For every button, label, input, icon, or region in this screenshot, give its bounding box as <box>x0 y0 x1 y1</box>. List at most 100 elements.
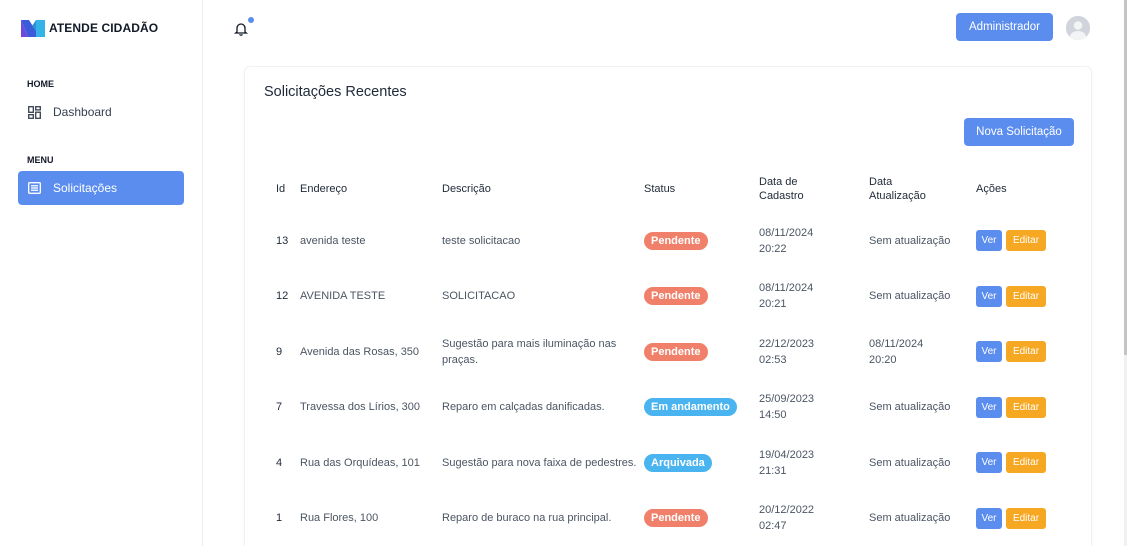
cell-id: 1 <box>276 512 283 525</box>
header-line: Atualização <box>869 190 926 202</box>
cell-id: 9 <box>276 345 283 358</box>
date-line: Sem atualização <box>869 512 951 525</box>
table-header-row: Id Endereço Descrição Status Data de Cad… <box>264 165 1082 213</box>
cell-endereco: Rua Flores, 100 <box>300 512 379 525</box>
date-line: 22/12/2023 <box>759 337 815 350</box>
view-button[interactable]: Ver <box>976 341 1002 363</box>
edit-button[interactable]: Editar <box>1006 452 1046 474</box>
status-badge: Pendente <box>644 509 708 528</box>
cell-data-atualizacao: Sem atualização <box>869 435 976 491</box>
view-button[interactable]: Ver <box>976 230 1002 252</box>
cell-descricao: teste solicitacao <box>442 234 521 247</box>
edit-button[interactable]: Editar <box>1006 285 1046 307</box>
sidebar-item-label: Dashboard <box>53 105 112 119</box>
header-line: Cadastro <box>759 190 804 202</box>
cell-data-atualizacao: Sem atualização <box>869 491 976 546</box>
table-row: 9 Avenida das Rosas, 350 Sugestão para mai… <box>264 324 1082 380</box>
recent-requests-card: Solicitações Recentes Nova Solicitação I… <box>244 66 1092 546</box>
column-header-data-atualizacao[interactable]: Data Atualização <box>869 165 976 213</box>
cell-endereco: Travessa dos Lírios, 300 <box>300 401 421 414</box>
cell-id: 12 <box>276 290 289 303</box>
cell-status: Pendente <box>644 269 759 325</box>
cell-data-atualizacao: Sem atualização <box>869 269 976 325</box>
user-avatar-icon[interactable] <box>1066 16 1090 40</box>
cell-acoes: Ver Editar <box>976 380 1082 436</box>
time-line: 20:20 <box>869 353 897 366</box>
table-row: 1 Rua Flores, 100 Reparo de buraco na rua … <box>264 491 1082 546</box>
view-button[interactable]: Ver <box>976 452 1002 474</box>
time-line: 02:53 <box>759 353 787 366</box>
edit-button[interactable]: Editar <box>1006 230 1046 252</box>
cell-id: 7 <box>276 401 283 414</box>
sidebar: ATENDE CIDADÃO HOME Dashboard MENU Solic… <box>0 0 203 546</box>
cell-endereco: AVENIDA TESTE <box>300 290 386 303</box>
cell-descricao: Reparo em calçadas danificadas. <box>442 401 605 414</box>
edit-button[interactable]: Editar <box>1006 507 1046 529</box>
cell-data-cadastro: 20/12/2022 02:47 <box>759 491 869 546</box>
list-icon <box>27 181 41 195</box>
sidebar-item-solicitacoes[interactable]: Solicitações <box>18 171 184 205</box>
cell-acoes: Ver Editar <box>976 435 1082 491</box>
cell-status: Pendente <box>644 213 759 269</box>
cell-status: Em andamento <box>644 380 759 436</box>
cell-descricao: SOLICITACAO <box>442 290 516 303</box>
column-header-descricao[interactable]: Descrição <box>442 165 644 213</box>
date-line: 25/09/2023 <box>759 393 815 406</box>
view-button[interactable]: Ver <box>976 285 1002 307</box>
card-title: Solicitações Recentes <box>264 84 407 100</box>
table-row: 4 Rua das Orquídeas, 101 Sugestão para nov… <box>264 435 1082 491</box>
column-header-data-cadastro[interactable]: Data de Cadastro <box>759 165 869 213</box>
date-line: 19/04/2023 <box>759 448 815 461</box>
cell-status: Pendente <box>644 491 759 546</box>
cell-descricao: Sugestão para mais iluminação nas praças… <box>442 337 617 366</box>
section-label-home: HOME <box>27 79 54 89</box>
status-badge: Pendente <box>644 342 708 361</box>
time-line: 21:31 <box>759 464 787 477</box>
brand[interactable]: ATENDE CIDADÃO <box>20 18 158 38</box>
date-line: Sem atualização <box>869 401 951 414</box>
cell-endereco: Avenida das Rosas, 350 <box>300 345 420 358</box>
time-line: 20:22 <box>759 242 787 255</box>
cell-data-atualizacao: Sem atualização <box>869 380 976 436</box>
administrator-button[interactable]: Administrador <box>956 13 1053 41</box>
view-button[interactable]: Ver <box>976 396 1002 418</box>
new-request-button[interactable]: Nova Solicitação <box>964 118 1074 146</box>
section-label-menu: MENU <box>27 155 54 165</box>
date-line: Sem atualização <box>869 290 951 303</box>
cell-acoes: Ver Editar <box>976 213 1082 269</box>
column-header-id[interactable]: Id <box>264 165 300 213</box>
date-line: 08/11/2024 <box>759 226 814 239</box>
cell-data-atualizacao: Sem atualização <box>869 213 976 269</box>
header-line: Data <box>869 176 893 188</box>
edit-button[interactable]: Editar <box>1006 341 1046 363</box>
cell-data-cadastro: 22/12/2023 02:53 <box>759 324 869 380</box>
requests-table: Id Endereço Descrição Status Data de Cad… <box>264 165 1082 546</box>
column-header-status[interactable]: Status <box>644 165 759 213</box>
table-row: 12 AVENIDA TESTE SOLICITACAO Pendente 08/11/… <box>264 269 1082 325</box>
cell-acoes: Ver Editar <box>976 269 1082 325</box>
edit-button[interactable]: Editar <box>1006 396 1046 418</box>
view-button[interactable]: Ver <box>976 507 1002 529</box>
sidebar-item-dashboard[interactable]: Dashboard <box>18 95 184 129</box>
date-line: Sem atualização <box>869 234 951 247</box>
column-header-endereco[interactable]: Endereço <box>300 165 442 213</box>
notification-bell-icon[interactable] <box>232 17 254 38</box>
brand-logo-icon <box>21 20 45 37</box>
dashboard-icon <box>27 105 41 119</box>
cell-data-cadastro: 08/11/2024 20:22 <box>759 213 869 269</box>
date-line: 08/11/2024 <box>869 337 924 350</box>
cell-acoes: Ver Editar <box>976 491 1082 546</box>
column-header-acoes: Ações <box>976 183 1007 195</box>
cell-acoes: Ver Editar <box>976 324 1082 380</box>
table-row: 13 avenida teste teste solicitacao Pendente… <box>264 213 1082 269</box>
brand-name: ATENDE CIDADÃO <box>49 21 159 35</box>
time-line: 14:50 <box>759 409 787 422</box>
cell-data-cadastro: 25/09/2023 14:50 <box>759 380 869 436</box>
cell-data-cadastro: 19/04/2023 21:31 <box>759 435 869 491</box>
sidebar-item-label: Solicitações <box>53 181 118 195</box>
cell-status: Arquivada <box>644 435 759 491</box>
date-line: 08/11/2024 <box>759 282 814 295</box>
status-badge: Arquivada <box>644 453 712 472</box>
cell-endereco: avenida teste <box>300 234 366 247</box>
cell-descricao: Reparo de buraco na rua principal. <box>442 512 612 525</box>
